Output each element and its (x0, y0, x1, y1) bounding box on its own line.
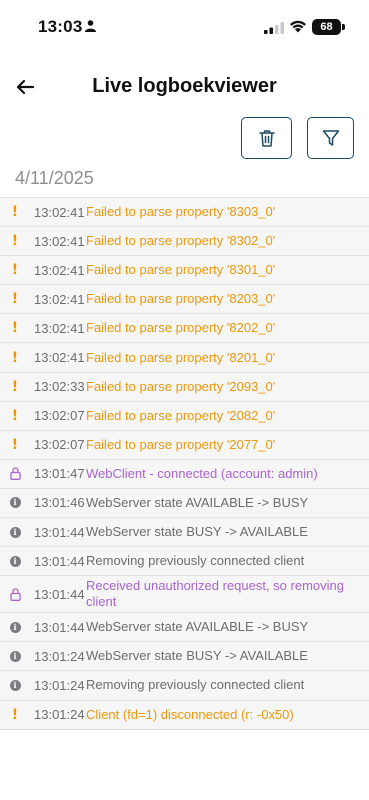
log-row: 13:01:44 Received unauthorized request, s… (0, 576, 369, 614)
filter-button[interactable] (307, 117, 354, 159)
status-bar: 13:03 68 (0, 0, 369, 54)
log-time: 13:01:24 (34, 648, 85, 664)
log-row: i 13:01:44 WebServer state BUSY -> AVAILAB… (0, 518, 369, 548)
log-row: ! 13:02:41 Failed to parse property '8302_… (0, 227, 369, 257)
log-message: WebServer state BUSY -> AVAILABLE (86, 524, 308, 540)
log-message: Removing previously connected client (86, 677, 305, 693)
log-message: Received unauthorized request, so removi… (86, 578, 344, 610)
warning-icon: ! (11, 291, 19, 308)
battery-tip (342, 24, 345, 30)
log-message: WebServer state AVAILABLE -> BUSY (86, 619, 309, 635)
log-time: 13:02:07 (34, 408, 85, 424)
log-list[interactable]: ! 13:02:41 Failed to parse property '8303_… (0, 197, 369, 737)
log-message: Failed to parse property '2082_0' (86, 407, 276, 423)
signal-icon (264, 22, 284, 34)
log-row: i 13:01:24 WebServer state BUSY -> AVAILAB… (0, 642, 369, 672)
warning-icon: ! (11, 349, 19, 366)
log-time: 13:02:41 (34, 350, 85, 366)
log-row: i 13:01:44 Removing previously connected c… (0, 547, 369, 577)
log-row: ! 13:02:41 Failed to parse property '8201_… (0, 343, 369, 373)
warning-icon: ! (11, 706, 19, 723)
warning-icon: ! (11, 407, 19, 424)
log-row: ! 13:02:41 Failed to parse property '8303_… (0, 198, 369, 228)
log-row: 13:01:47 WebClient - connected (account: … (0, 459, 369, 489)
log-time: 13:02:41 (34, 320, 85, 336)
log-time: 13:01:46 (34, 495, 85, 511)
log-message: Failed to parse property '8301_0' (86, 262, 276, 278)
log-row: ! 13:02:41 Failed to parse property '8301_… (0, 256, 369, 286)
log-message: Failed to parse property '8302_0' (86, 233, 276, 249)
log-row: i 13:01:44 WebServer state AVAILABLE -> BU… (0, 613, 369, 643)
log-time: 13:02:41 (34, 262, 85, 278)
trash-icon (258, 130, 275, 147)
log-row: ! 13:02:41 Failed to parse property '8202_… (0, 314, 369, 344)
lock-icon (0, 467, 30, 481)
log-message: Failed to parse property '8201_0' (86, 349, 276, 365)
log-time: 13:02:33 (34, 379, 85, 395)
log-message: Failed to parse property '8303_0' (86, 204, 276, 220)
status-time: 13:03 (38, 17, 83, 36)
warning-icon: ! (11, 204, 19, 221)
warning-icon: ! (11, 320, 19, 337)
log-time: 13:01:44 (34, 553, 85, 569)
lock-icon (0, 588, 30, 601)
log-time: 13:01:44 (34, 619, 85, 635)
info-icon: i (0, 679, 30, 691)
log-time: 13:02:07 (34, 437, 85, 453)
log-time: 13:02:41 (34, 291, 85, 307)
log-message: Removing previously connected client (86, 553, 305, 569)
clear-logs-button[interactable] (241, 117, 292, 159)
info-icon: i (0, 497, 30, 509)
log-time: 13:01:44 (34, 586, 85, 602)
log-row: ! 13:02:33 Failed to parse property '2093_… (0, 372, 369, 402)
log-message: Failed to parse property '2077_0' (86, 436, 276, 452)
info-icon: i (0, 650, 30, 662)
battery-icon: 68 (312, 19, 341, 35)
wifi-icon (290, 20, 306, 33)
log-message: WebServer state BUSY -> AVAILABLE (86, 648, 308, 664)
info-icon: i (0, 526, 30, 538)
log-row: ! 13:01:24 Client (fd=1) disconnected (r: … (0, 700, 369, 730)
info-icon: i (0, 621, 30, 633)
log-row: ! 13:02:07 Failed to parse property '2082_… (0, 401, 369, 431)
page-title: Live logboekviewer (92, 75, 277, 97)
log-time: 13:01:24 (34, 677, 85, 693)
log-row: i 13:01:24 Removing previously connected c… (0, 671, 369, 701)
log-time: 13:02:41 (34, 204, 85, 220)
log-message: WebServer state AVAILABLE -> BUSY (86, 494, 309, 510)
log-time: 13:01:24 (34, 707, 85, 723)
log-message: Failed to parse property '8202_0' (86, 320, 276, 336)
log-row: ! 13:02:07 Failed to parse property '2077_… (0, 430, 369, 460)
log-message: Failed to parse property '2093_0' (86, 378, 276, 394)
date-header: 4/11/2025 (15, 168, 94, 188)
log-time: 13:02:41 (34, 233, 85, 249)
warning-icon: ! (11, 436, 19, 453)
log-time: 13:01:47 (34, 466, 85, 482)
filter-icon (322, 130, 339, 146)
log-message: Client (fd=1) disconnected (r: -0x50) (86, 706, 294, 722)
warning-icon: ! (11, 262, 19, 279)
log-message: WebClient - connected (account: admin) (86, 465, 318, 481)
warning-icon: ! (11, 378, 19, 395)
log-message: Failed to parse property '8203_0' (86, 291, 276, 307)
info-icon: i (0, 555, 30, 567)
log-row: i 13:01:46 WebServer state AVAILABLE -> BU… (0, 488, 369, 519)
person-icon (85, 20, 96, 32)
log-time: 13:01:44 (34, 524, 85, 540)
log-row: ! 13:02:41 Failed to parse property '8203_… (0, 285, 369, 315)
warning-icon: ! (11, 233, 19, 250)
